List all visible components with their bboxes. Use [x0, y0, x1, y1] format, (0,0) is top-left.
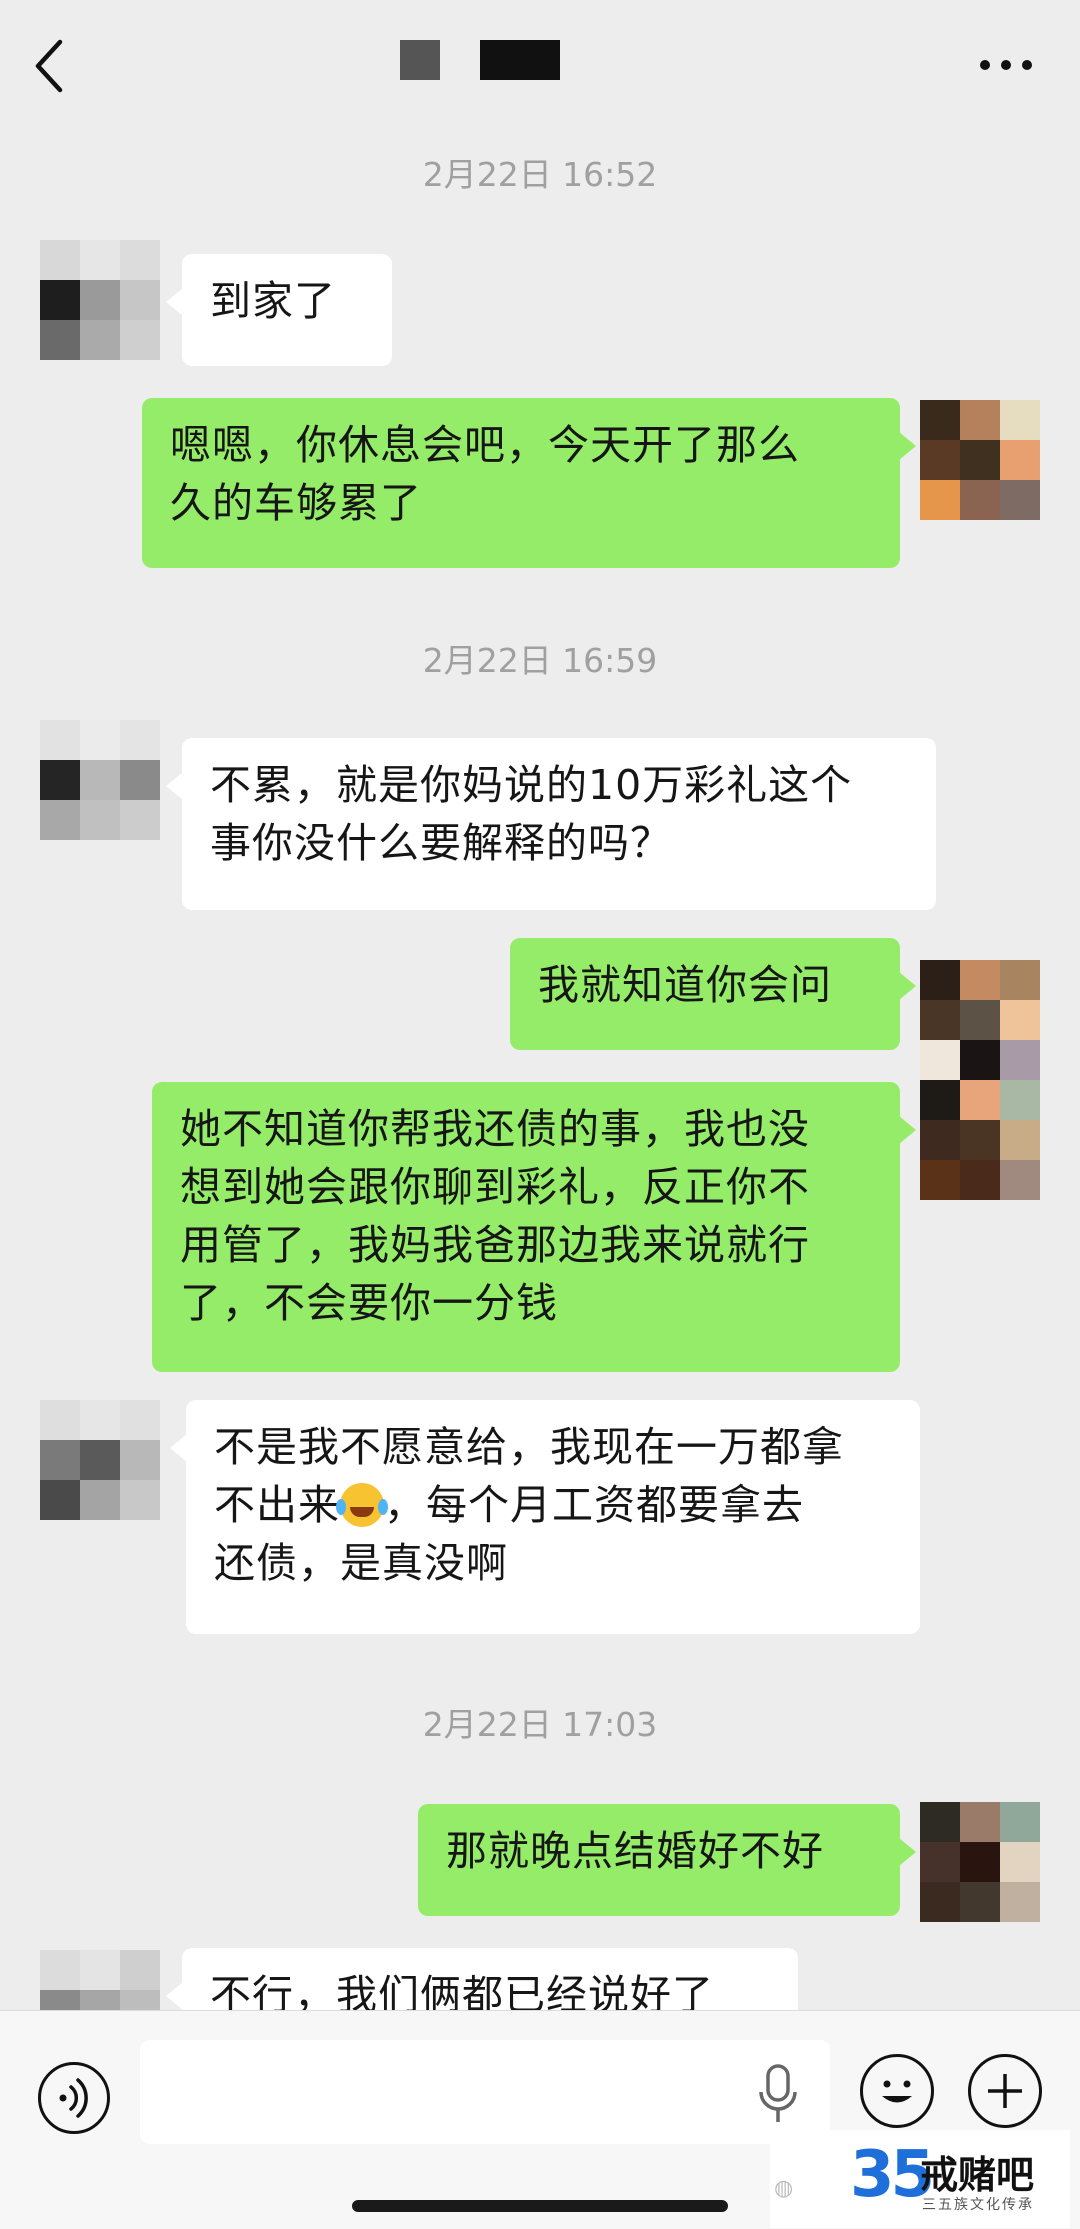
voice-icon[interactable]	[38, 2062, 110, 2134]
incoming-message[interactable]: 不累，就是你妈说的10万彩礼这个 事你没什么要解释的吗？	[166, 738, 936, 910]
message-text: 到家了	[210, 277, 336, 325]
message-text: 事你没什么要解释的吗？	[210, 819, 672, 867]
tears-of-joy-emoji	[336, 1483, 384, 1527]
timestamp: 2月22日 17:03	[422, 1705, 658, 1744]
more-icon[interactable]	[978, 58, 1034, 72]
back-icon[interactable]	[30, 38, 70, 94]
message-input[interactable]	[140, 2040, 830, 2144]
contact-avatar[interactable]	[40, 1400, 160, 1520]
message-text: 用管了，我妈我爸那边我来说就行	[180, 1221, 810, 1269]
message-text: 那就晚点结婚好不好	[446, 1827, 824, 1875]
incoming-message[interactable]: 到家了	[166, 254, 392, 366]
timestamp: 2月22日 16:59	[422, 641, 658, 680]
message-text: 不累，就是你妈说的10万彩礼这个	[210, 761, 853, 809]
message-text: 嗯嗯，你休息会吧，今天开了那么	[170, 421, 800, 469]
message-text: 久的车够累了	[170, 479, 422, 527]
message-text: 了，不会要你一分钱	[180, 1279, 558, 1327]
message-text: 想到她会跟你聊到彩礼，反正你不	[180, 1163, 810, 1211]
watermark-subtitle: 三五族文化传承	[922, 2197, 1034, 2213]
message-line: 不出来 ，每个月工资都要拿去	[214, 1476, 892, 1534]
plus-icon[interactable]	[968, 2054, 1042, 2128]
self-avatar[interactable]	[920, 400, 1040, 520]
outgoing-message[interactable]: 那就晚点结婚好不好	[418, 1804, 916, 1916]
contact-avatar[interactable]	[40, 240, 160, 360]
timestamp: 2月22日 16:52	[422, 155, 658, 194]
outgoing-message[interactable]: 我就知道你会问	[510, 938, 916, 1050]
self-avatar[interactable]	[920, 960, 1040, 1200]
message-text: 她不知道你帮我还债的事，我也没	[180, 1105, 810, 1153]
wechat-icon: ◍	[774, 2176, 794, 2201]
incoming-message[interactable]: 不是我不愿意给，我现在一万都拿 不出来 ，每个月工资都要拿去 还债，是真没啊	[170, 1400, 920, 1634]
censored-title-block	[400, 40, 440, 80]
watermark-logo: ◍ 35 戒赌吧 三五族文化传承	[770, 2130, 1070, 2228]
outgoing-message[interactable]: 嗯嗯，你休息会吧，今天开了那么 久的车够累了	[142, 398, 916, 568]
message-text: 不出来	[214, 1481, 340, 1529]
microphone-icon[interactable]	[758, 2064, 798, 2126]
watermark-brand: 戒赌吧	[920, 2153, 1035, 2197]
emoji-icon[interactable]	[860, 2054, 934, 2128]
home-indicator	[352, 2200, 728, 2212]
message-text: 我就知道你会问	[538, 961, 832, 1009]
censored-title-block	[480, 40, 560, 80]
self-avatar[interactable]	[920, 1802, 1040, 1922]
message-text: 还债，是真没啊	[214, 1539, 508, 1587]
outgoing-message[interactable]: 她不知道你帮我还债的事，我也没 想到她会跟你聊到彩礼，反正你不 用管了，我妈我爸…	[152, 1082, 916, 1372]
watermark-number: 35	[850, 2138, 935, 2212]
message-text: 不是我不愿意给，我现在一万都拿	[214, 1423, 844, 1471]
message-text: ，每个月工资都要拿去	[384, 1481, 804, 1529]
contact-avatar[interactable]	[40, 720, 160, 840]
